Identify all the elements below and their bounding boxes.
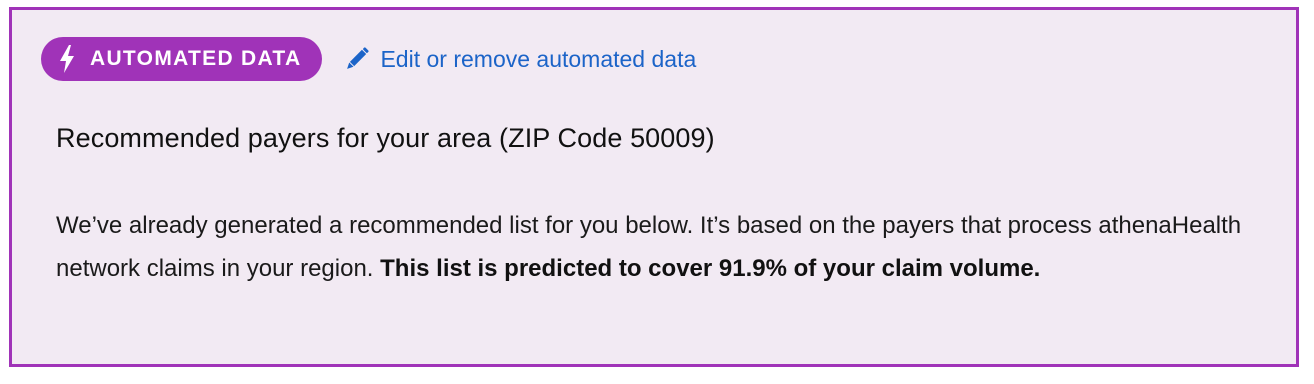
panel-header-row: AUTOMATED DATA Edit or remove automated … [41,37,696,81]
lightning-bolt-icon [58,45,76,73]
automated-data-badge: AUTOMATED DATA [41,37,323,81]
edit-link-label[interactable]: Edit or remove automated data [380,46,696,73]
pencil-icon [342,44,372,74]
automated-data-panel: AUTOMATED DATA Edit or remove automated … [9,7,1299,367]
edit-automated-data-link[interactable]: Edit or remove automated data [342,44,696,74]
badge-label: AUTOMATED DATA [90,47,302,70]
recommended-payers-heading: Recommended payers for your area (ZIP Co… [56,123,715,153]
recommended-payers-description: We’ve already generated a recommended li… [56,204,1256,290]
coverage-emphasis: This list is predicted to cover 91.9% of… [380,255,1041,282]
